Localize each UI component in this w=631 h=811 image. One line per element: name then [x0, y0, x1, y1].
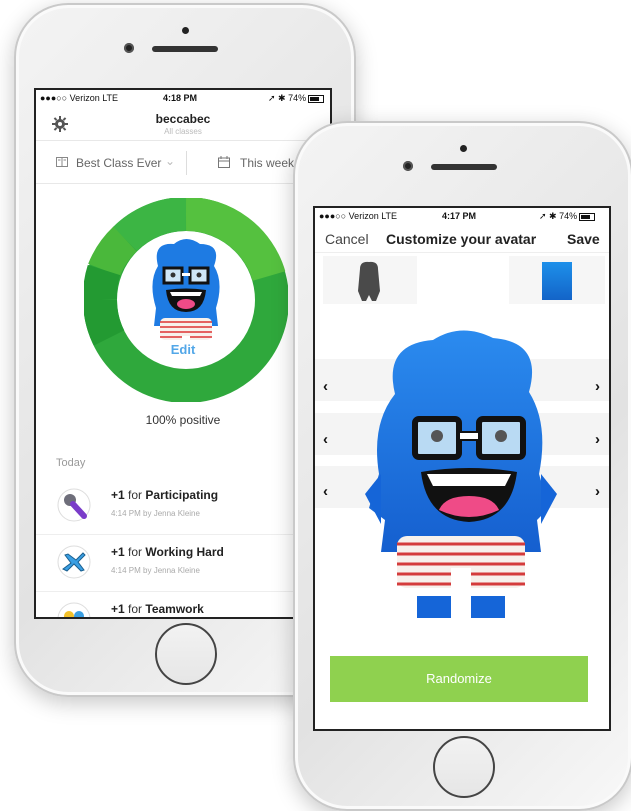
feed-item-title: +1 for Participating — [111, 488, 218, 502]
battery-icon — [579, 212, 596, 221]
proximity-sensor — [460, 145, 467, 152]
randomize-button[interactable]: Randomize — [330, 656, 588, 702]
filter-bar: Best Class Ever ⌄ This week — [36, 143, 330, 184]
feed-connector: for — [128, 545, 143, 559]
feed-skill: Teamwork — [145, 602, 204, 616]
positive-summary: 100% positive — [145, 413, 221, 427]
class-name-label: Best Class Ever — [76, 156, 162, 170]
silhouette-icon — [358, 261, 380, 301]
book-icon — [56, 157, 68, 167]
battery-label: ➚ ✱ 74% — [268, 93, 325, 104]
save-button[interactable]: Save — [567, 231, 600, 247]
color-swatch-icon — [542, 262, 572, 300]
feed-skill: Participating — [145, 488, 219, 502]
feed-item[interactable]: +1 for Teamwork — [36, 592, 330, 617]
body-shape-tab[interactable] — [323, 256, 417, 304]
battery-percent: ➚ ✱ 74% — [539, 211, 578, 221]
home-button[interactable] — [433, 736, 495, 798]
customize-avatar-screen: ●●●○○ Verizon LTE 4:17 PM ➚ ✱ 74% Cancel… — [313, 206, 611, 731]
feed-points: +1 — [111, 488, 125, 502]
feed-item-title: +1 for Teamwork — [111, 602, 204, 616]
carrier-label: ●●●○○ Verizon LTE — [319, 211, 398, 221]
feed-item[interactable]: +1 for Participating 4:14 PM by Jenna Kl… — [36, 478, 330, 535]
front-camera — [124, 43, 134, 53]
prev-option-2-button[interactable]: ‹ — [323, 431, 328, 448]
period-label: This week — [240, 156, 295, 170]
airplane-icon — [57, 545, 91, 579]
earpiece-speaker — [152, 46, 218, 52]
next-option-1-button[interactable]: › — [595, 378, 600, 395]
clock-label: 4:18 PM — [163, 93, 198, 103]
nav-bar: Cancel Customize your avatar Save — [315, 224, 609, 253]
prev-option-3-button[interactable]: ‹ — [323, 483, 328, 500]
clock-label: 4:17 PM — [442, 211, 477, 221]
feed-item-meta: 4:14 PM by Jenna Kleine — [111, 509, 200, 518]
page-title: Customize your avatar — [386, 231, 537, 247]
home-button[interactable] — [155, 623, 217, 685]
proximity-sensor — [182, 27, 189, 34]
feed-connector: for — [128, 488, 143, 502]
feed-section-header: Today — [56, 457, 86, 469]
avatar-preview — [365, 330, 557, 624]
edit-avatar-button[interactable]: Edit — [36, 342, 330, 357]
battery-percent: ➚ ✱ 74% — [268, 93, 307, 103]
feed-item-meta: 4:14 PM by Jenna Kleine — [111, 566, 200, 575]
earpiece-speaker — [431, 164, 497, 170]
chevron-down-icon: ⌄ — [165, 154, 176, 168]
app-header: beccabec All classes — [36, 106, 330, 141]
feed-points: +1 — [111, 602, 125, 616]
class-scope-label: All classes — [164, 127, 202, 136]
prev-option-1-button[interactable]: ‹ — [323, 378, 328, 395]
class-dashboard-screen: ●●●○○ Verizon LTE 4:18 PM ➚ ✱ 74% beccab… — [34, 88, 332, 619]
cancel-button[interactable]: Cancel — [325, 231, 369, 247]
feed-points: +1 — [111, 545, 125, 559]
battery-icon — [308, 94, 325, 103]
calendar-icon — [218, 156, 230, 168]
carrier-label: ●●●○○ Verizon LTE — [40, 93, 119, 103]
class-selector[interactable]: Best Class Ever ⌄ — [36, 143, 186, 183]
student-avatar — [152, 239, 220, 356]
status-bar: ●●●○○ Verizon LTE 4:17 PM ➚ ✱ 74% — [315, 208, 609, 224]
student-name: beccabec — [155, 112, 211, 126]
next-option-2-button[interactable]: › — [595, 431, 600, 448]
status-bar: ●●●○○ Verizon LTE 4:18 PM ➚ ✱ 74% — [36, 90, 330, 106]
feed-skill: Working Hard — [145, 545, 224, 559]
feed-connector: for — [128, 602, 143, 616]
front-camera — [403, 161, 413, 171]
color-tab[interactable] — [509, 256, 605, 304]
front-phone: ●●●○○ Verizon LTE 4:17 PM ➚ ✱ 74% Cancel… — [293, 121, 631, 811]
teamwork-icon — [57, 602, 91, 617]
next-option-3-button[interactable]: › — [595, 483, 600, 500]
battery-label: ➚ ✱ 74% — [539, 211, 596, 222]
microphone-icon — [57, 488, 91, 522]
feed-item-title: +1 for Working Hard — [111, 545, 224, 559]
feed-item[interactable]: +1 for Working Hard 4:14 PM by Jenna Kle… — [36, 535, 330, 592]
